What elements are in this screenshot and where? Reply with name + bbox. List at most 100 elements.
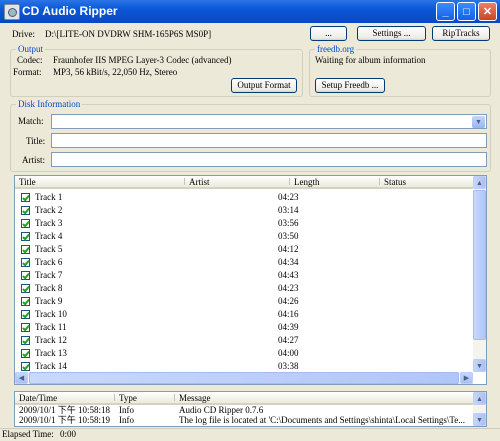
log-list[interactable]: Date/Time Type Message 2009/10/1 下午 10:5… [14,391,487,427]
track-row[interactable]: Track 5 04:12 [15,243,473,256]
track-title: Track 2 [35,205,63,215]
log-header-type[interactable]: Type [115,392,175,405]
track-title: Track 5 [35,244,63,254]
log-datetime: 2009/10/1 下午 10:58:19 [19,415,111,425]
log-scroll-down-icon[interactable]: ▼ [473,413,486,426]
track-checkbox[interactable] [21,206,30,215]
chevron-down-icon[interactable]: ▼ [472,116,485,128]
track-row[interactable]: Track 3 03:56 [15,217,473,230]
log-message: The log file is located at 'C:\Documents… [179,415,465,425]
track-length: 04:27 [278,335,299,345]
window-title: CD Audio Ripper [22,4,118,18]
scroll-left-icon[interactable]: ◀ [15,372,28,384]
track-title: Track 6 [35,257,63,267]
track-title: Track 1 [35,192,63,202]
freedb-group-title: freedb.org [315,44,357,54]
log-header-message[interactable]: Message [175,392,473,405]
track-checkbox[interactable] [21,284,30,293]
track-row[interactable]: Track 4 03:50 [15,230,473,243]
track-length: 04:23 [278,192,299,202]
track-length: 04:26 [278,296,299,306]
track-checkbox[interactable] [21,232,30,241]
track-checkbox[interactable] [21,258,30,267]
track-row[interactable]: Track 10 04:16 [15,308,473,321]
hscroll-thumb[interactable] [29,372,459,384]
track-checkbox[interactable] [21,193,30,202]
artist-label: Artist: [22,155,46,165]
track-list-hscrollbar[interactable]: ◀ ▶ [15,372,473,384]
track-length: 04:23 [278,283,299,293]
maximize-button[interactable]: □ [457,2,476,21]
track-length: 03:50 [278,231,299,241]
format-value: MP3, 56 kBit/s, 22,050 Hz, Stereo [53,67,178,77]
track-length: 04:39 [278,322,299,332]
column-header-status[interactable]: Status [380,176,475,189]
drive-value: D:\[LITE-ON DVDRW SHM-165P6S MS0P] [45,29,212,39]
scroll-right-icon[interactable]: ▶ [460,372,473,384]
minimize-button[interactable]: _ [436,2,455,21]
track-checkbox[interactable] [21,349,30,358]
scroll-down-icon[interactable]: ▼ [473,359,486,372]
log-scroll-up-icon[interactable]: ▲ [473,392,486,405]
log-vscrollbar[interactable]: ▲ ▼ [473,392,486,426]
column-header-title[interactable]: Title [15,176,185,189]
setup-freedb-button[interactable]: Setup Freedb ... [315,78,385,93]
track-length: 04:34 [278,257,299,267]
scroll-up-icon[interactable]: ▲ [473,176,486,189]
log-header-datetime[interactable]: Date/Time [15,392,115,405]
title-bar: CD Audio Ripper _ □ ✕ [0,0,500,23]
freedb-status: Waiting for album information [315,55,426,65]
log-datetime: 2009/10/1 下午 10:58:18 [19,405,111,415]
cd-icon [4,4,20,20]
track-row[interactable]: Track 9 04:26 [15,295,473,308]
track-checkbox[interactable] [21,271,30,280]
codec-value: Fraunhofer IIS MPEG Layer-3 Codec (advan… [53,55,232,65]
log-type: Info [119,405,134,415]
track-title: Track 12 [35,335,67,345]
match-dropdown[interactable]: ▼ [51,114,487,129]
track-title: Track 9 [35,296,63,306]
track-row[interactable]: Track 1 04:23 [15,191,473,204]
track-length: 03:56 [278,218,299,228]
artist-input[interactable] [51,152,487,167]
track-row[interactable]: Track 11 04:39 [15,321,473,334]
track-checkbox[interactable] [21,245,30,254]
track-checkbox[interactable] [21,297,30,306]
track-list-vscrollbar[interactable]: ▲ ▼ [473,176,486,372]
track-row[interactable]: Track 8 04:23 [15,282,473,295]
track-row[interactable]: Track 7 04:43 [15,269,473,282]
title-label: Title: [26,136,46,146]
track-row[interactable]: Track 13 04:00 [15,347,473,360]
codec-label: Codec: [17,55,43,65]
track-title: Track 7 [35,270,63,280]
title-input[interactable] [51,133,487,148]
match-label: Match: [18,116,44,126]
column-header-artist[interactable]: Artist [185,176,290,189]
column-header-length[interactable]: Length [290,176,380,189]
track-checkbox[interactable] [21,310,30,319]
log-row[interactable]: 2009/10/1 下午 10:58:19 Info The log file is… [15,415,473,425]
track-row[interactable]: Track 12 04:27 [15,334,473,347]
output-group-title: Output [16,44,46,54]
track-checkbox[interactable] [21,219,30,228]
track-length: 04:00 [278,348,299,358]
rip-tracks-button[interactable]: RipTracks [432,26,490,41]
output-format-button[interactable]: Output Format [231,78,297,93]
format-label: Format: [13,67,42,77]
track-checkbox[interactable] [21,336,30,345]
track-checkbox[interactable] [21,323,30,332]
disk-information-title: Disk Information [16,99,83,109]
scroll-thumb[interactable] [473,190,486,340]
track-title: Track 4 [35,231,63,241]
status-bar: Elapsed Time: 0:00 [0,428,500,441]
browse-drive-button[interactable]: ... [310,26,347,41]
track-row[interactable]: Track 6 04:34 [15,256,473,269]
track-length: 03:14 [278,205,299,215]
track-list[interactable]: Title Artist Length Status Track 1 04:23 T… [14,175,487,385]
track-row[interactable]: Track 2 03:14 [15,204,473,217]
settings-button[interactable]: Settings ... [357,26,426,41]
track-length: 04:16 [278,309,299,319]
track-checkbox[interactable] [21,362,30,371]
log-row[interactable]: 2009/10/1 下午 10:58:18 Info Audio CD Ripper… [15,405,473,415]
close-button[interactable]: ✕ [478,2,497,21]
